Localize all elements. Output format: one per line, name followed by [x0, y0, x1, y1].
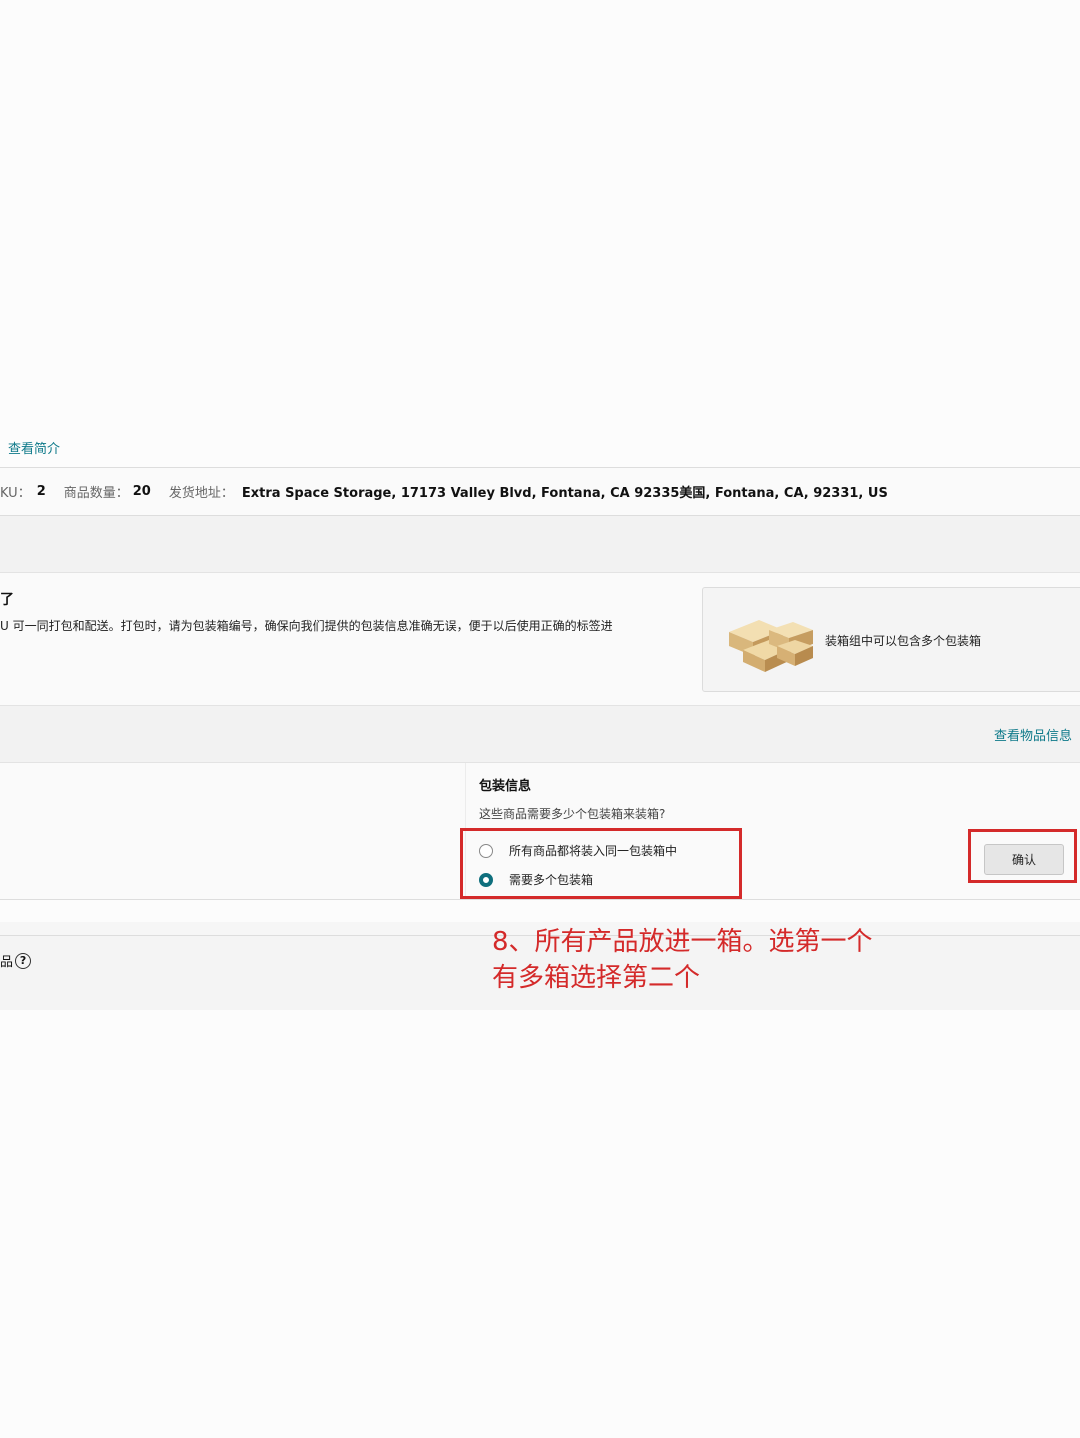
sku-label: KU：	[0, 486, 31, 501]
quantity-value: 20	[132, 484, 151, 499]
bottom-section-label: 品 ?	[0, 951, 32, 970]
box-count-question: 这些商品需要多少个包装箱来装箱?	[479, 807, 666, 821]
item-info-bar	[0, 706, 1080, 762]
confirm-highlight-box	[968, 829, 1077, 883]
section-divider	[0, 516, 1080, 572]
box-illustration-card: 装箱组中可以包含多个包装箱	[702, 587, 1080, 692]
section-description: U 可一同打包和配送。打包时，请为包装箱编号，确保向我们提供的包装信息准确无误，…	[0, 619, 613, 633]
ship-from-address: Extra Space Storage, 17173 Valley Blvd, …	[241, 486, 888, 501]
view-item-info-link[interactable]: 查看物品信息	[994, 725, 1072, 744]
tutorial-annotation: 8、所有产品放进一箱。选第一个 有多箱选择第二个	[492, 924, 873, 996]
shipment-info-bar: KU： 2 商品数量： 20 发货地址： Extra Space Storage…	[0, 467, 1080, 516]
packing-intro-section: 了 U 可一同打包和配送。打包时，请为包装箱编号，确保向我们提供的包装信息准确无…	[0, 572, 1080, 706]
annotation-line-2: 有多箱选择第二个	[492, 963, 701, 993]
bottom-label-text: 品	[0, 955, 14, 970]
sku-value: 2	[36, 484, 46, 499]
stacked-boxes-icon	[729, 620, 813, 672]
ship-from-label: 发货地址：	[168, 486, 234, 501]
annotation-line-1: 8、所有产品放进一箱。选第一个	[492, 927, 873, 957]
section-title: 了	[0, 592, 14, 608]
view-summary-link[interactable]: 查看简介	[8, 438, 60, 457]
options-highlight-box	[460, 828, 742, 899]
quantity-label: 商品数量：	[63, 486, 129, 501]
illustration-caption: 装箱组中可以包含多个包装箱	[825, 634, 982, 648]
help-icon[interactable]: ?	[15, 952, 32, 969]
packing-info-title: 包装信息	[479, 779, 532, 794]
